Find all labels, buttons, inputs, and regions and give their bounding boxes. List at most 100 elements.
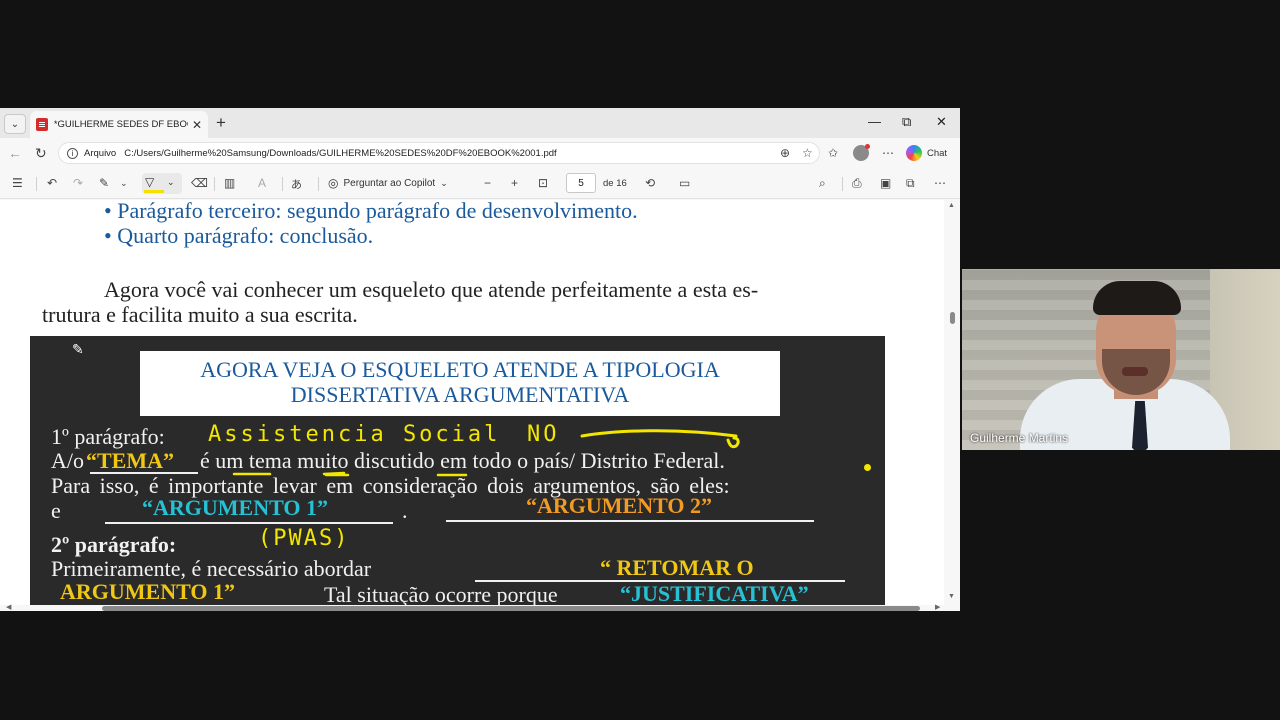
blank-underline — [446, 520, 814, 522]
print-icon[interactable]: ⎙ — [852, 176, 862, 191]
vertical-scroll-thumb[interactable] — [950, 312, 955, 324]
argumento-2-keyword: “ARGUMENTO 2” — [526, 493, 712, 518]
page-total: de 16 — [603, 178, 627, 189]
pdf-toolbar: ☰ ↶ ↷ ✎ ⌄ ▽ ⌄ ⌫ ▥ A あ ◎ Perguntar ao Cop… — [0, 168, 960, 199]
separator — [36, 177, 37, 191]
skeleton-title-line-2: DISSERTATIVA ARGUMENTATIVA — [290, 382, 630, 407]
argumento-1-keyword: “ARGUMENTO 1” — [142, 495, 328, 520]
zoom-in-icon[interactable]: + — [511, 176, 518, 190]
refresh-icon[interactable]: ↻ — [35, 145, 47, 162]
skeleton-title: AGORA VEJA O ESQUELETO ATENDE A TIPOLOGI… — [140, 351, 780, 416]
tema-keyword: “TEMA” — [86, 448, 174, 473]
pdf-page: • Parágrafo terceiro: segundo parágrafo … — [0, 200, 944, 605]
highlighter-icon: ▽ — [145, 175, 155, 189]
favorite-star-icon[interactable]: ☆ — [802, 146, 813, 160]
separator — [214, 177, 215, 191]
handwritten-note-3: (PWAS) — [258, 526, 350, 551]
save-as-icon[interactable]: ⧉ — [906, 176, 915, 191]
justificativa-keyword: “JUSTIFICATIVA” — [620, 581, 809, 605]
paragraph-2-label: 2º parágrafo: — [51, 532, 177, 557]
search-icon[interactable]: ⌕ — [819, 176, 826, 191]
zoom-out-icon[interactable]: − — [484, 176, 491, 190]
vertical-scrollbar[interactable]: ▲ ▼ — [944, 200, 960, 605]
restore-icon[interactable]: ⧉ — [902, 114, 911, 130]
address-label: Arquivo — [84, 147, 117, 159]
separator — [318, 177, 319, 191]
blank-underline — [105, 522, 393, 524]
chat-label: Chat — [927, 147, 948, 159]
url-text[interactable]: C:/Users/Guilherme%20Samsung/Downloads/G… — [124, 148, 556, 159]
handwritten-mark — [322, 471, 346, 476]
skeleton-box: ✎ AGORA VEJA O ESQUELETO ATENDE A TIPOLO… — [30, 336, 885, 605]
bullet-paragraph-3: • Parágrafo terceiro: segundo parágrafo … — [104, 200, 638, 223]
profile-avatar[interactable] — [853, 144, 870, 161]
scroll-right-icon[interactable]: ▶ — [935, 603, 940, 611]
save-icon[interactable]: ▣ — [880, 176, 891, 190]
ask-copilot-button[interactable]: ◎ Perguntar ao Copilot ⌄ — [328, 176, 448, 190]
highlight-options-chevron-icon[interactable]: ⌄ — [167, 177, 175, 188]
scroll-left-icon[interactable]: ◀ — [6, 603, 11, 611]
argumento-1-cont-keyword: ARGUMENTO 1” — [60, 579, 235, 604]
draw-icon[interactable]: ✎ — [99, 176, 109, 190]
copilot-outline-icon: ◎ — [328, 176, 339, 190]
eraser-icon[interactable]: ⌫ — [191, 176, 208, 190]
separator — [842, 177, 843, 191]
intro-line-1: Agora você vai conhecer um esqueleto que… — [104, 277, 759, 302]
paragraph-1-line-3-prefix: e — [51, 498, 61, 523]
period-mark: . — [402, 498, 408, 523]
more-options-icon[interactable]: ⋯ — [882, 146, 894, 160]
back-icon[interactable]: ← — [8, 145, 22, 161]
presenter-hair — [1093, 281, 1181, 315]
read-aloud-icon[interactable]: A — [258, 176, 266, 190]
redo-icon[interactable]: ↷ — [73, 176, 83, 190]
tab-pdf[interactable]: *GUILHERME SEDES DF EBOOK 01 ✕ — [30, 111, 208, 138]
horizontal-scroll-thumb[interactable] — [102, 606, 920, 611]
two-page-icon[interactable]: ▭ — [679, 176, 690, 190]
rotate-icon[interactable]: ⟲ — [645, 176, 655, 190]
new-tab-icon[interactable]: + — [216, 113, 226, 133]
translate-icon[interactable]: あ — [291, 176, 302, 192]
copilot-chat-button[interactable]: Chat — [906, 143, 947, 163]
bullet-paragraph-4: • Quarto parágrafo: conclusão. — [104, 223, 374, 248]
more-tools-icon[interactable]: ⋯ — [934, 176, 946, 190]
fit-page-icon[interactable]: ⊡ — [538, 176, 548, 190]
info-icon[interactable]: i — [67, 147, 78, 159]
zoom-icon[interactable]: ⊕ — [780, 146, 790, 160]
chevron-down-icon: ⌄ — [440, 177, 448, 188]
undo-icon[interactable]: ↶ — [47, 176, 57, 190]
screen: ⌄ *GUILHERME SEDES DF EBOOK 01 ✕ + — ⧉ ✕… — [0, 0, 1280, 720]
handwritten-note-1: Assistencia Social — [208, 422, 501, 447]
copilot-icon — [906, 145, 922, 161]
scroll-up-icon[interactable]: ▲ — [948, 202, 955, 209]
contents-icon[interactable]: ☰ — [12, 176, 23, 190]
webcam-video: Guilherme Martins — [962, 269, 1280, 450]
tab-bar: ⌄ *GUILHERME SEDES DF EBOOK 01 ✕ + — ⧉ ✕ — [0, 108, 960, 138]
participant-name: Guilherme Martins — [970, 431, 1069, 445]
tab-actions-chevron-icon[interactable]: ⌄ — [4, 114, 26, 134]
pdf-viewport[interactable]: • Parágrafo terceiro: segundo parágrafo … — [0, 200, 960, 611]
page-view-icon[interactable]: ▥ — [224, 176, 235, 190]
address-bar[interactable]: i Arquivo C:/Users/Guilherme%20Samsung/D… — [58, 142, 820, 164]
horizontal-scrollbar[interactable]: ◀ ▶ — [0, 603, 960, 611]
close-window-icon[interactable]: ✕ — [936, 114, 947, 130]
tab-title: *GUILHERME SEDES DF EBOOK 01 — [53, 119, 188, 130]
minimize-icon[interactable]: — — [868, 114, 881, 129]
highlight-button[interactable]: ▽ ⌄ — [142, 173, 182, 194]
draw-options-chevron-icon[interactable]: ⌄ — [120, 178, 128, 189]
presenter-mouth — [1122, 367, 1148, 376]
browser-window: ⌄ *GUILHERME SEDES DF EBOOK 01 ✕ + — ⧉ ✕… — [0, 108, 960, 611]
highlight-color-bar — [144, 190, 164, 193]
line-prefix: A/o — [51, 448, 84, 473]
close-tab-icon[interactable]: ✕ — [192, 118, 202, 132]
separator — [282, 177, 283, 191]
handwritten-dot — [864, 464, 871, 471]
skeleton-title-line-1: AGORA VEJA O ESQUELETO ATENDE A TIPOLOGI… — [200, 357, 720, 382]
page-number-input[interactable]: 5 — [566, 173, 596, 193]
paragraph-1-label: 1º parágrafo: — [51, 424, 165, 449]
intro-line-2: trutura e facilita muito a sua escrita. — [42, 302, 358, 327]
favorites-icon[interactable]: ✩ — [828, 146, 838, 160]
scroll-down-icon[interactable]: ▼ — [948, 593, 955, 600]
address-bar-row: ← ↻ i Arquivo C:/Users/Guilherme%20Samsu… — [0, 138, 960, 168]
paragraph-2-line-2: Tal situação ocorre porque — [324, 582, 558, 605]
ask-copilot-label: Perguntar ao Copilot — [343, 177, 436, 189]
